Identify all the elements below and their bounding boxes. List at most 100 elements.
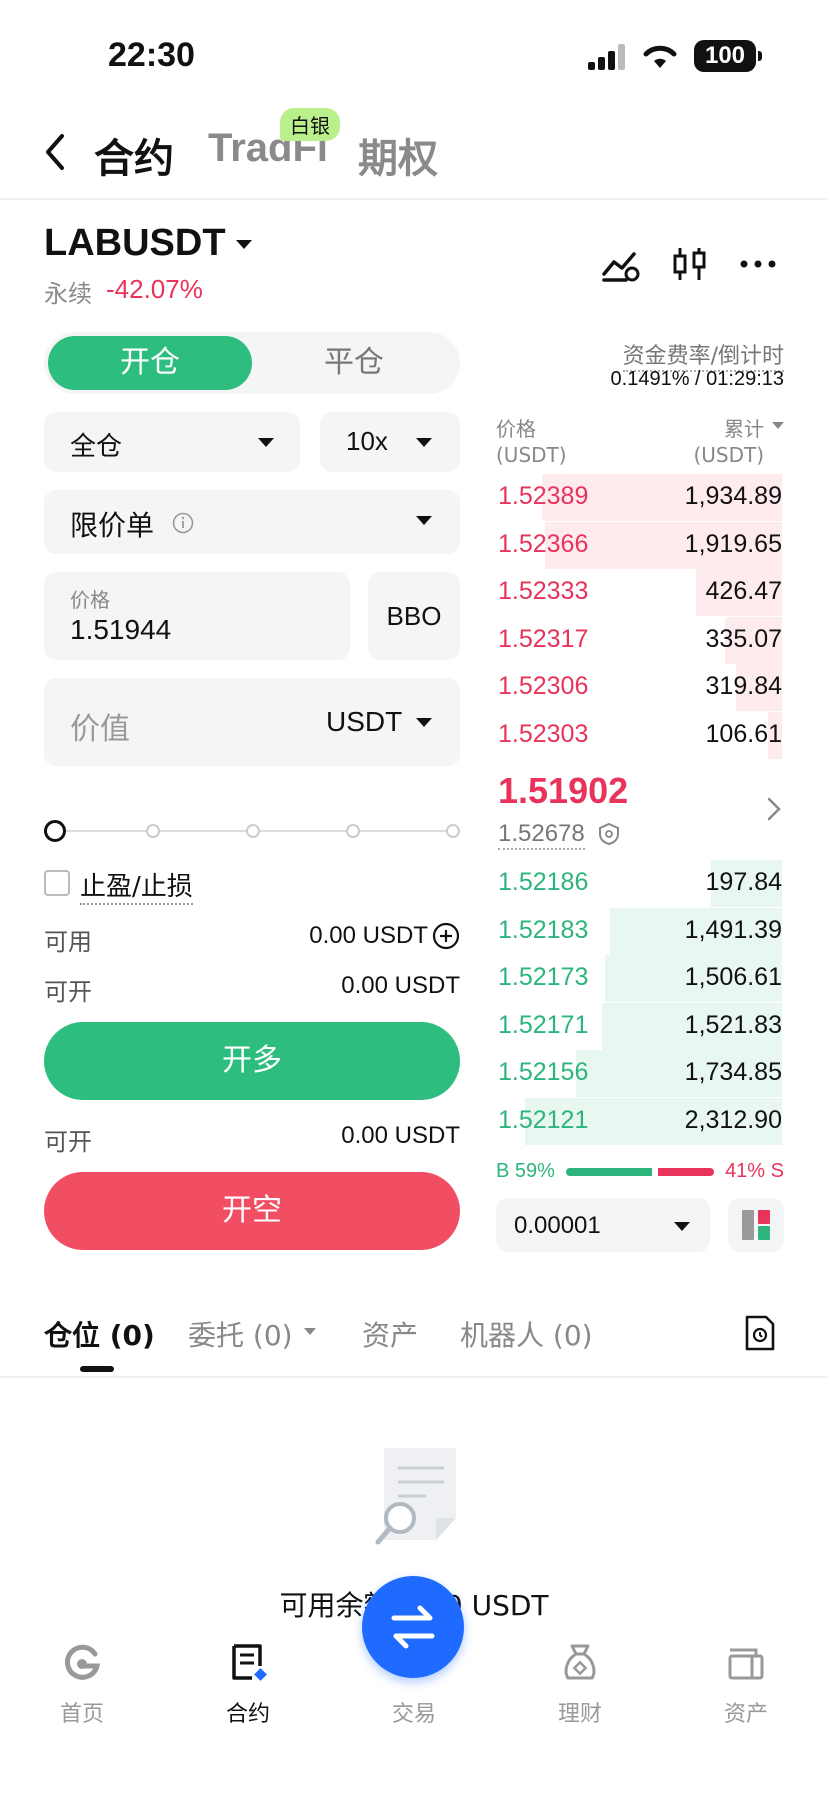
value-input-placeholder: 价值 bbox=[70, 712, 130, 747]
bid-total: 197.84 bbox=[705, 868, 782, 896]
bid-row[interactable]: 1.52171 1,521.83 bbox=[496, 1002, 782, 1050]
nav-assets[interactable]: 资产 bbox=[686, 1626, 806, 1728]
orderbook-layout-button[interactable] bbox=[728, 1198, 784, 1252]
bid-price: 1.52121 bbox=[498, 1105, 589, 1134]
bid-row[interactable]: 1.52183 1,491.39 bbox=[496, 907, 782, 955]
add-funds-icon[interactable] bbox=[432, 922, 460, 950]
ask-total: 426.47 bbox=[705, 577, 782, 605]
bid-total: 1,734.85 bbox=[684, 1058, 782, 1086]
status-time: 22:30 bbox=[108, 36, 195, 74]
contract-type: 永续 bbox=[44, 280, 92, 308]
bid-total: 2,312.90 bbox=[684, 1105, 782, 1134]
silver-badge: 白银 bbox=[280, 108, 340, 141]
battery-indicator: 100 bbox=[694, 40, 762, 72]
ask-row[interactable]: 1.52333 426.47 bbox=[496, 569, 782, 616]
header-divider bbox=[0, 198, 828, 200]
tab-options[interactable]: 期权 bbox=[358, 126, 438, 184]
close-position-tab[interactable]: 平仓 bbox=[252, 336, 456, 390]
value-unit-select[interactable]: USDT bbox=[326, 706, 402, 738]
price-input[interactable]: 价格 1.51944 bbox=[44, 572, 350, 660]
ask-price: 1.52317 bbox=[498, 624, 589, 653]
nav-trade-label: 交易 bbox=[391, 1702, 436, 1727]
amount-slider-thumb[interactable] bbox=[44, 820, 66, 842]
tick-size-select[interactable]: 0.00001 bbox=[496, 1198, 710, 1252]
order-type-label: 限价单 bbox=[70, 509, 155, 542]
slider-step-50[interactable] bbox=[246, 824, 260, 838]
bid-row[interactable]: 1.52186 197.84 bbox=[496, 860, 782, 907]
back-icon[interactable] bbox=[42, 132, 68, 172]
symbol-dropdown-icon[interactable] bbox=[236, 240, 252, 249]
chevron-down-icon[interactable] bbox=[772, 422, 784, 429]
slider-step-75[interactable] bbox=[346, 824, 360, 838]
open-long-button[interactable]: 开多 bbox=[44, 1022, 460, 1100]
tab-contract[interactable]: 合约 bbox=[94, 126, 174, 184]
info-icon[interactable] bbox=[172, 512, 194, 534]
chevron-down-icon bbox=[416, 718, 432, 727]
price-header-unit: (USDT) bbox=[496, 443, 567, 467]
ask-row[interactable]: 1.52366 1,919.65 bbox=[496, 521, 782, 569]
candlestick-chart-icon[interactable] bbox=[670, 244, 710, 284]
trade-fab-button[interactable] bbox=[362, 1576, 464, 1678]
ask-row[interactable]: 1.52303 106.61 bbox=[496, 711, 782, 759]
price-header-label: 价格 bbox=[496, 417, 536, 441]
slider-step-25[interactable] bbox=[146, 824, 160, 838]
ask-row[interactable]: 1.52317 335.07 bbox=[496, 616, 782, 664]
tab-assets[interactable]: 资产 bbox=[362, 1314, 418, 1354]
nav-contract[interactable]: 合约 bbox=[188, 1626, 308, 1728]
value-input[interactable]: 价值 USDT bbox=[44, 678, 460, 766]
order-history-icon[interactable] bbox=[744, 1314, 776, 1352]
total-header-unit: (USDT) bbox=[693, 443, 764, 467]
price-alert-icon[interactable] bbox=[600, 244, 640, 284]
ask-total: 1,919.65 bbox=[684, 529, 782, 558]
tpsl-checkbox[interactable] bbox=[44, 870, 70, 896]
signal-icon bbox=[588, 44, 628, 70]
chevron-down-icon[interactable] bbox=[304, 1328, 316, 1335]
bid-row[interactable]: 1.52173 1,506.61 bbox=[496, 955, 782, 1002]
tpsl-label[interactable]: 止盈/止损 bbox=[80, 866, 193, 905]
symbol-name[interactable]: LABUSDT bbox=[44, 222, 226, 265]
tick-size-value: 0.00001 bbox=[514, 1212, 601, 1239]
ask-total: 319.84 bbox=[705, 672, 782, 700]
price-input-label: 价格 bbox=[70, 588, 110, 612]
bid-row[interactable]: 1.52156 1,734.85 bbox=[496, 1050, 782, 1097]
mark-price[interactable]: 1.52678 bbox=[498, 820, 585, 850]
funding-rate-value: 0.1491% / 01:29:13 bbox=[610, 368, 784, 390]
buy-ratio: B 59% bbox=[496, 1160, 555, 1182]
bid-total: 1,506.61 bbox=[684, 963, 782, 991]
sell-ratio: 41% S bbox=[725, 1160, 784, 1182]
can-open-long-label: 可开 bbox=[44, 978, 92, 1006]
open-position-tab[interactable]: 开仓 bbox=[48, 336, 252, 390]
orderbook-total-header[interactable]: 累计 (USDT) bbox=[693, 416, 764, 468]
ask-price: 1.52389 bbox=[498, 482, 589, 510]
more-icon[interactable] bbox=[738, 244, 778, 284]
bid-price: 1.52173 bbox=[498, 963, 589, 991]
tab-positions[interactable]: 仓位 (0) bbox=[44, 1314, 155, 1354]
slider-step-100[interactable] bbox=[446, 824, 460, 838]
price-input-value: 1.51944 bbox=[70, 614, 172, 645]
bid-total: 1,521.83 bbox=[684, 1010, 782, 1039]
chevron-right-icon[interactable] bbox=[766, 796, 782, 822]
buy-ratio-bar bbox=[566, 1168, 652, 1176]
chevron-down-icon bbox=[674, 1222, 690, 1231]
order-type-select[interactable]: 限价单 bbox=[44, 490, 460, 554]
nav-home[interactable]: 首页 bbox=[22, 1626, 142, 1728]
tab-bots[interactable]: 机器人 (0) bbox=[460, 1314, 593, 1354]
margin-mode-select[interactable]: 全仓 bbox=[44, 412, 300, 472]
open-short-button[interactable]: 开空 bbox=[44, 1172, 460, 1250]
ask-row[interactable]: 1.52389 1,934.89 bbox=[496, 474, 782, 521]
bid-row[interactable]: 1.52121 2,312.90 bbox=[496, 1097, 782, 1145]
nav-assets-label: 资产 bbox=[723, 1702, 768, 1727]
bid-price: 1.52171 bbox=[498, 1010, 589, 1039]
tab-orders[interactable]: 委托 (0) bbox=[188, 1314, 293, 1354]
nav-wealth[interactable]: 理财 bbox=[520, 1626, 640, 1728]
funding-rate-label[interactable]: 资金费率/倒计时 bbox=[622, 338, 784, 372]
ask-total: 1,934.89 bbox=[684, 482, 782, 510]
shield-icon bbox=[599, 822, 619, 846]
leverage-select[interactable]: 10x bbox=[320, 412, 460, 472]
bbo-button[interactable]: BBO bbox=[368, 572, 460, 660]
tabs-divider bbox=[0, 1376, 828, 1378]
nav-contract-label: 合约 bbox=[225, 1702, 270, 1727]
contract-icon bbox=[232, 1644, 267, 1681]
ask-row[interactable]: 1.52306 319.84 bbox=[496, 664, 782, 711]
nav-home-label: 首页 bbox=[59, 1702, 104, 1727]
